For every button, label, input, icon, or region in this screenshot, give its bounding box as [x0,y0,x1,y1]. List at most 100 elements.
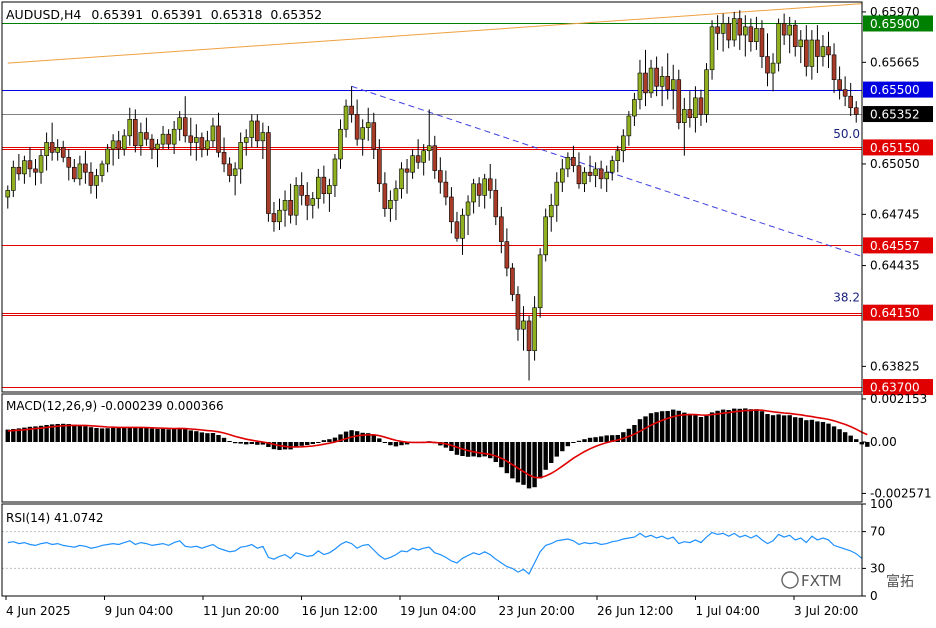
candle-body [105,148,110,165]
macd-bar [499,442,504,468]
candle-body [421,150,426,163]
time-tick-label: 1 Jul 04:00 [696,604,760,618]
candle-body [837,79,842,90]
candle-body [354,114,360,140]
macd-bar [776,414,781,442]
candle-body [188,135,194,143]
candle-body [665,76,670,90]
candle-body [720,23,726,34]
candle-body [654,67,659,87]
candle-body [22,160,27,175]
close-value: 0.65352 [270,7,322,22]
macd-bar [537,442,543,479]
candle-body [593,168,598,176]
time-tick-label: 19 Jun 04:00 [400,604,476,618]
macd-bar [238,442,243,444]
rsi-title: RSI(14) 41.0742 [6,511,104,525]
candle-body [332,158,338,186]
candle-body [377,148,382,185]
macd-bar [748,409,754,442]
candle-body [310,198,316,206]
macd-bar [316,442,321,443]
candle-body [715,26,720,34]
candle-body [5,190,11,198]
price-level-tag-label: 0.64557 [870,239,920,253]
price-level-tag-label: 0.65900 [870,17,920,31]
candle-body [399,168,404,190]
macd-bar [515,442,521,483]
macd-bar [177,428,182,442]
macd-bar [865,442,870,447]
macd-bar [310,442,315,444]
candle-body [66,157,72,168]
candle-body [365,122,371,128]
candle-body [388,200,393,209]
candle-body [499,216,504,242]
macd-bar [726,410,731,442]
candle-body [809,39,815,67]
macd-bar [399,442,404,446]
candle-body [304,195,310,206]
candle-body [643,72,648,94]
macd-bar [665,411,670,442]
macd-bar [144,427,149,442]
candle-body [44,142,49,156]
candle-body [587,171,593,176]
macd-bar [488,442,493,459]
candle-body [443,181,449,198]
candle-body [621,135,626,152]
price-level-tag-label: 0.65352 [870,108,920,122]
candle-body [127,119,133,137]
candle-body [271,213,277,223]
candle-body [288,200,293,216]
candle-body [515,294,521,330]
candle-body [166,133,171,145]
candle-body [792,24,798,47]
macd-bar [831,426,837,442]
macd-bar [709,412,715,442]
candle-body [338,128,343,160]
candle-body [243,137,249,143]
candle-body [726,23,731,41]
macd-bar [77,425,83,442]
macd-bar [216,435,221,442]
macd-bar [371,435,376,442]
macd-bar [576,440,582,442]
candle-body [537,254,543,309]
price-tick-label: 0.63825 [870,359,920,373]
candle-body [11,166,16,191]
macd-bar [288,442,293,450]
macd-tick-label: 0.00 [870,435,897,449]
price-tick-label: 0.64745 [870,207,920,221]
symbol-label: AUDUSD,H4 [6,7,81,22]
macd-bar [687,413,693,442]
candle-body [299,185,304,196]
candle-body [293,185,299,216]
price-tick-label: 0.65665 [870,55,920,69]
macd-bar [565,442,571,447]
macd-bar [227,441,232,442]
candle-body [415,155,421,163]
macd-bar [471,442,476,457]
rsi-tick-label: 0 [870,589,878,603]
macd-bar [199,432,205,442]
macd-bar [648,413,654,442]
macd-bar [133,427,138,442]
macd-bar [837,429,842,442]
macd-bar [587,437,593,442]
macd-bar [305,442,310,445]
candle-body [60,147,66,158]
macd-bar [715,410,720,442]
macd-bar [659,411,665,442]
candle-body [205,140,210,150]
macd-bar [188,430,193,442]
candle-body [632,99,637,117]
candle-body [266,132,271,214]
candle-body [754,28,759,42]
macd-bar [543,442,548,470]
macd-bar [171,429,177,442]
candle-body [798,39,804,47]
candle-body [670,79,676,90]
macd-bar [205,433,210,442]
candle-body [493,190,499,218]
